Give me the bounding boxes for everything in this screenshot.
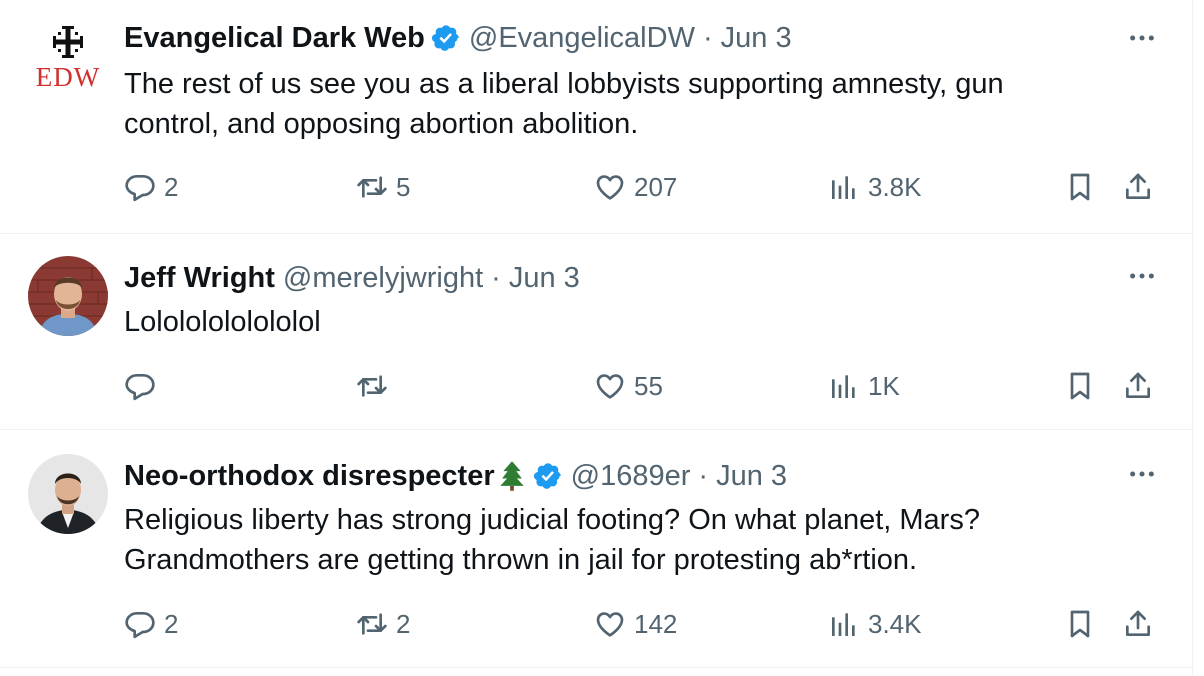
tweet-header: Neo-orthodox disrespecter @1689er · Jun … — [124, 458, 787, 494]
share-icon — [1126, 372, 1150, 398]
repost-icon — [357, 613, 387, 635]
verified-badge-icon[interactable] — [533, 461, 563, 491]
tweet-neo-orthodox-disrespecter[interactable]: Neo-orthodox disrespecter @1689er · Jun … — [0, 430, 1192, 668]
tweet-header: Jeff Wright @merelyjwright · Jun 3 — [124, 260, 580, 296]
view-count: 3.4K — [868, 608, 922, 639]
like-button[interactable]: 55 — [594, 366, 663, 406]
repost-button[interactable] — [356, 366, 396, 406]
repost-icon — [357, 176, 387, 198]
bookmark-icon — [1070, 372, 1090, 400]
tweet-actions: 2 5 207 3.8K — [124, 167, 1164, 207]
more-horizontal-icon — [1130, 35, 1154, 41]
bookmark-icon — [1070, 173, 1090, 201]
more-options-button[interactable] — [1126, 458, 1158, 490]
tweet-text: Lolololololololol — [124, 302, 1164, 342]
heart-icon — [596, 175, 624, 200]
bookmark-icon — [1070, 610, 1090, 638]
heart-icon — [596, 612, 624, 637]
tweet-date[interactable]: Jun 3 — [509, 262, 580, 295]
reply-button[interactable] — [124, 366, 164, 406]
views-button[interactable]: 3.4K — [828, 604, 922, 644]
repost-button[interactable]: 2 — [356, 604, 410, 644]
views-button[interactable]: 3.8K — [828, 167, 922, 207]
share-button[interactable] — [1122, 167, 1154, 207]
tweet-text-line: Lolololololololol — [124, 306, 321, 338]
avatar[interactable] — [28, 454, 108, 534]
reply-count: 2 — [164, 608, 179, 639]
tweet-evangelical-dark-web[interactable]: EDW Evangelical Dark Web @EvangelicalDW … — [0, 0, 1192, 234]
like-button[interactable]: 142 — [594, 604, 677, 644]
separator-dot: · — [698, 459, 709, 492]
tweet-jeff-wright[interactable]: Jeff Wright @merelyjwright · Jun 3 Lolol… — [0, 234, 1192, 430]
author-handle[interactable]: @1689er — [571, 460, 691, 493]
like-button[interactable]: 207 — [594, 167, 677, 207]
reply-count: 2 — [164, 171, 179, 202]
bookmark-button[interactable] — [1064, 366, 1096, 406]
author-name[interactable]: Neo-orthodox disrespecter — [124, 460, 495, 493]
tweet-text: Religious liberty has strong judicial fo… — [124, 500, 1164, 580]
cross-logo-icon — [53, 26, 83, 58]
reply-icon — [125, 612, 155, 639]
tweet-text: The rest of us see you as a liberal lobb… — [124, 64, 1164, 144]
tweet-actions: 55 1K — [124, 366, 1164, 406]
bookmark-button[interactable] — [1064, 604, 1096, 644]
share-icon — [1126, 173, 1150, 199]
avatar[interactable] — [28, 256, 108, 336]
separator-dot: · — [702, 21, 713, 54]
share-button[interactable] — [1122, 604, 1154, 644]
reply-button[interactable]: 2 — [124, 604, 178, 644]
author-name[interactable]: Jeff Wright — [124, 262, 275, 295]
profile-photo-icon — [28, 454, 108, 534]
reply-icon — [125, 374, 155, 401]
share-icon — [1126, 610, 1150, 636]
views-button[interactable]: 1K — [828, 366, 900, 406]
repost-count: 2 — [396, 608, 411, 639]
avatar[interactable]: EDW — [28, 22, 108, 102]
like-count: 142 — [634, 608, 678, 639]
tweet-actions: 2 2 142 3.4K — [124, 604, 1164, 644]
author-name[interactable]: Evangelical Dark Web — [124, 22, 425, 55]
like-count: 55 — [634, 370, 663, 401]
heart-icon — [596, 374, 624, 399]
bookmark-button[interactable] — [1064, 167, 1096, 207]
tweet-date[interactable]: Jun 3 — [716, 460, 787, 493]
separator-dot: · — [491, 261, 501, 294]
analytics-icon — [832, 176, 855, 199]
like-count: 207 — [634, 171, 678, 202]
repost-icon — [357, 375, 387, 397]
repost-button[interactable]: 5 — [356, 167, 410, 207]
tweet-text-line: Grandmothers are getting thrown in jail … — [124, 544, 918, 576]
author-handle[interactable]: @EvangelicalDW — [469, 22, 695, 55]
author-handle[interactable]: @merelyjwright — [283, 262, 483, 295]
tweet-header: Evangelical Dark Web @EvangelicalDW · Ju… — [124, 20, 792, 56]
analytics-icon — [832, 613, 855, 636]
profile-photo-icon — [28, 256, 108, 336]
evergreen-tree-icon — [499, 461, 524, 491]
timeline-right-border — [1192, 0, 1193, 676]
repost-count: 5 — [396, 171, 411, 202]
more-options-button[interactable] — [1126, 260, 1158, 292]
view-count: 1K — [868, 370, 900, 401]
analytics-icon — [832, 375, 855, 398]
tweet-text-line: The rest of us see you as a liberal lobb… — [124, 68, 1004, 100]
share-button[interactable] — [1122, 366, 1154, 406]
more-horizontal-icon — [1130, 471, 1154, 477]
reply-button[interactable]: 2 — [124, 167, 178, 207]
tweet-date[interactable]: Jun 3 — [721, 22, 792, 55]
view-count: 3.8K — [868, 171, 922, 202]
avatar-logo-text: EDW — [35, 62, 101, 92]
tweet-text-line: Religious liberty has strong judicial fo… — [124, 504, 980, 536]
tweet-text-line: control, and opposing abortion abolition… — [124, 108, 639, 140]
more-options-button[interactable] — [1126, 22, 1158, 54]
verified-badge-icon[interactable] — [431, 23, 461, 53]
more-horizontal-icon — [1130, 273, 1154, 279]
reply-icon — [125, 175, 155, 202]
